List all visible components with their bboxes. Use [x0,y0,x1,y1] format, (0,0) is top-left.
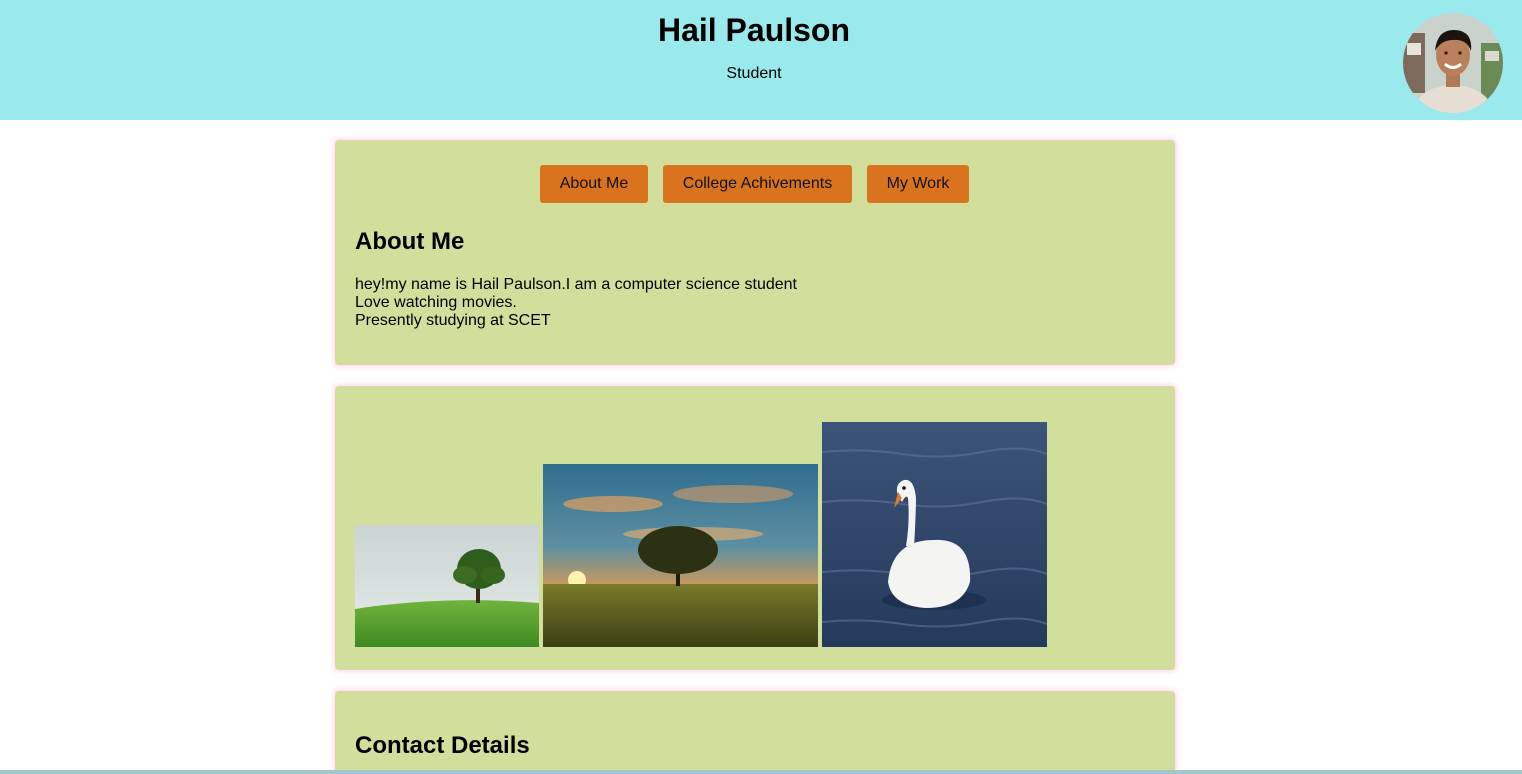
tree-on-grass-image [355,525,539,647]
about-me-button[interactable]: About Me [540,165,648,203]
my-work-button[interactable]: My Work [867,165,969,203]
about-line: Love watching movies. [355,294,517,311]
page-header: Hail Paulson Student [0,0,1522,120]
contact-heading: Contact Details [355,732,530,759]
about-heading: About Me [355,228,465,255]
profile-name: Hail Paulson [657,12,851,48]
profile-avatar [1403,13,1503,113]
about-line: hey!my name is Hail Paulson.I am a compu… [355,276,797,293]
about-line: Presently studying at SCET [355,312,551,329]
profile-role: Student [726,65,782,82]
horizontal-scrollbar[interactable] [0,770,1522,774]
contact-card: Contact Details [335,691,1175,774]
tree-at-sunset-image [543,464,818,647]
about-text: hey!my name is Hail Paulson.I am a compu… [355,276,797,330]
about-card: About Me College Achivements My Work Abo… [335,140,1175,365]
swan-on-water-image [822,422,1047,647]
gallery-card [335,386,1175,670]
college-achievements-button[interactable]: College Achivements [663,165,852,203]
